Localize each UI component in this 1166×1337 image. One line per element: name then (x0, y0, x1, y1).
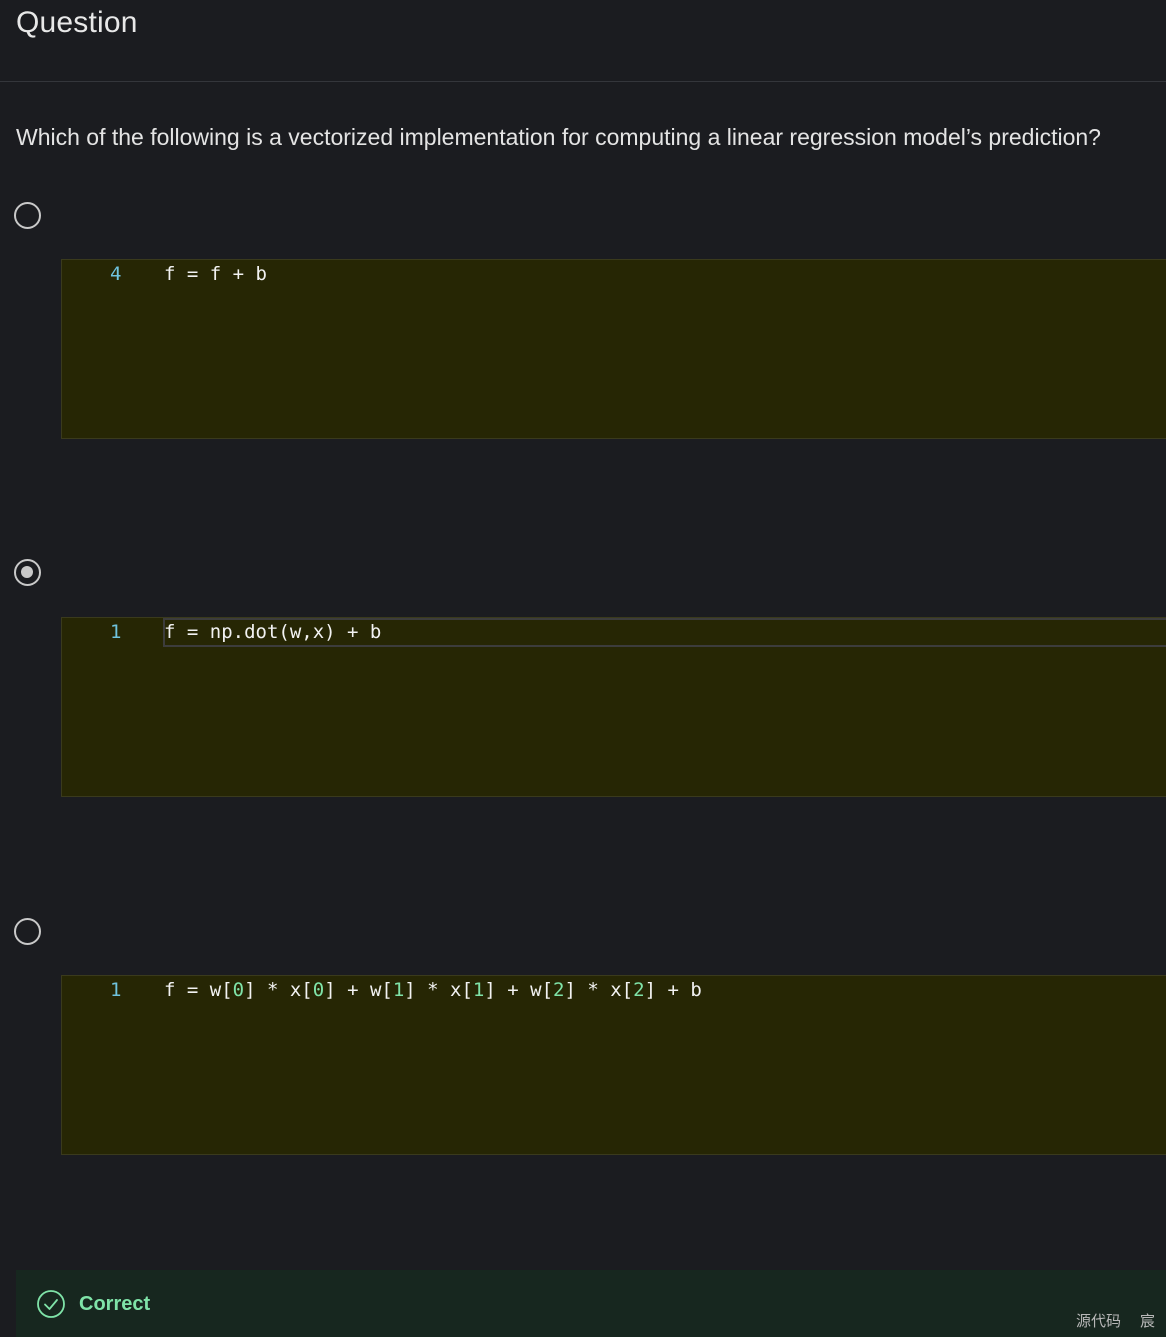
code-text: f = f + b (164, 263, 267, 285)
line-number: 1 (110, 621, 122, 643)
number-literal: 1 (472, 979, 485, 1001)
option-3-radio[interactable] (14, 918, 41, 945)
line-number: 1 (110, 979, 122, 1001)
result-banner: Correct (16, 1270, 1166, 1337)
code-text: f = w[0] * x[0] + w[1] * x[1] + w[2] * x… (164, 979, 702, 1001)
number-literal: 2 (633, 979, 645, 1001)
code-token: ] + b (644, 979, 702, 1001)
question-text: Which of the following is a vectorized i… (16, 124, 1101, 150)
code-line: 1 f = np.dot(w,x) + b (62, 618, 1166, 648)
option-3-code-block[interactable]: 1 f = w[0] * x[0] + w[1] * x[1] + w[2] *… (61, 975, 1166, 1155)
footer-source-label: 源代码 (1076, 1313, 1122, 1330)
header: Question (0, 0, 1166, 82)
code-token: ] * x[ (404, 979, 473, 1001)
code-token: ] + w[ (324, 979, 393, 1001)
code-text: f = np.dot(w,x) + b (164, 621, 381, 643)
option-1-code-block[interactable]: 4 f = f + b (61, 259, 1166, 439)
code-token: f = np.dot(w,x) + b (164, 621, 382, 643)
footer-author-label: 宸 (1140, 1313, 1156, 1330)
check-circle-icon (37, 1290, 65, 1318)
quiz-page: Question Which of the following is a vec… (0, 0, 1166, 1337)
code-token: ] * x[ (244, 979, 313, 1001)
number-literal: 1 (392, 979, 405, 1001)
number-literal: 2 (553, 979, 565, 1001)
code-token: ] * x[ (564, 979, 634, 1001)
line-number: 4 (110, 263, 122, 285)
result-label: Correct (79, 1293, 151, 1315)
option-2-radio[interactable] (14, 559, 41, 586)
option-1-radio[interactable] (14, 202, 41, 229)
number-literal: 0 (232, 979, 245, 1001)
code-line: 4 f = f + b (62, 260, 1166, 290)
page-title: Question (16, 6, 138, 39)
code-token: f = f + b (164, 263, 267, 285)
number-literal: 0 (312, 979, 325, 1001)
code-line: 1 f = w[0] * x[0] + w[1] * x[1] + w[2] *… (62, 976, 1166, 1006)
option-2-code-block[interactable]: 1 f = np.dot(w,x) + b (61, 617, 1166, 797)
code-token: f = w[ (164, 979, 233, 1001)
code-token: ] + w[ (484, 979, 554, 1001)
